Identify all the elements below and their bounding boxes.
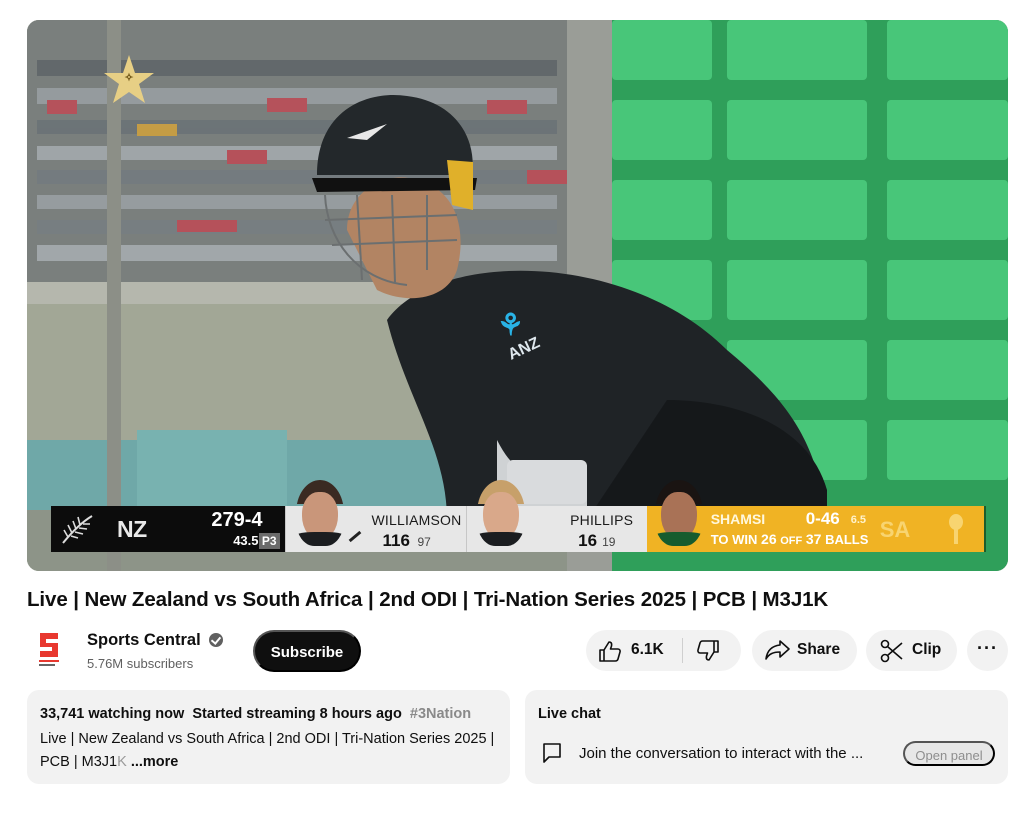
- description-card[interactable]: 33,741 watching now Started streaming 8 …: [27, 690, 510, 784]
- powerplay-badge: P3: [258, 533, 280, 549]
- chat-prompt: Join the conversation to interact with t…: [579, 745, 864, 762]
- thumbs-down-icon[interactable]: [696, 640, 720, 662]
- batsman-panel-2: PHILLIPS 16 19: [466, 480, 647, 552]
- clip-button[interactable]: Clip: [866, 630, 957, 671]
- share-arrow-icon: [765, 640, 790, 660]
- stream-start: Started streaming 8 hours ago: [192, 706, 402, 722]
- bowling-team-code: SA: [879, 517, 911, 542]
- batsman-1-balls: 97: [417, 535, 431, 549]
- check-circle-icon: [209, 633, 223, 647]
- thumbs-up-icon[interactable]: [598, 640, 622, 662]
- batsman-1-runs: 116: [382, 531, 410, 550]
- open-panel-button[interactable]: Open panel: [903, 741, 995, 766]
- scoreboard-end-cap: [984, 506, 986, 552]
- description-meta: 33,741 watching now Started streaming 8 …: [40, 706, 495, 722]
- overs: 43.5: [233, 533, 259, 548]
- batsman-2-runs: 16: [578, 531, 598, 550]
- on-strike-bat-icon: [348, 530, 361, 543]
- target-equation: TO WIN 26 OFF 37 BALLS: [710, 531, 869, 547]
- batsman-1-avatar: [295, 480, 344, 546]
- protea-icon: [948, 514, 963, 544]
- live-chat-title: Live chat: [538, 706, 601, 722]
- svg-text:⚘: ⚘: [497, 309, 524, 342]
- channel-avatar[interactable]: [36, 631, 62, 667]
- description-text: Live | New Zealand vs South Africa | 2nd…: [40, 731, 495, 770]
- batsman-1-name: WILLIAMSON: [371, 512, 462, 528]
- clip-label: Clip: [912, 641, 942, 658]
- bowler-avatar: [654, 480, 703, 546]
- hashtag-link[interactable]: #3Nation: [410, 706, 471, 722]
- batsman-2-balls: 19: [602, 535, 616, 549]
- share-button[interactable]: Share: [752, 630, 857, 671]
- channel-name[interactable]: Sports Central: [87, 631, 201, 650]
- more-actions-button[interactable]: ···: [967, 630, 1008, 671]
- live-chat-card: Live chat Join the conversation to inter…: [525, 690, 1008, 784]
- bowler-figures: 0-46: [805, 509, 840, 528]
- like-divider: [682, 638, 683, 663]
- chat-bubble-icon: [543, 743, 561, 763]
- scoreboard: NZ 279-4 43.5 P3 WILLIAMSON 116 97 PHILL…: [51, 480, 986, 552]
- batting-team-code: NZ: [117, 516, 147, 542]
- video-player[interactable]: ⚘ ANZ ✧ NZ 279-4 43.5 P3 WILLIAMSON 116: [27, 20, 1008, 571]
- bowler-panel: SHAMSI 0-46 6.5 TO WIN 26 OFF 37 BALLS S…: [646, 480, 984, 552]
- like-dislike-group: 6.1K: [586, 630, 741, 671]
- meta-fade: [470, 700, 510, 726]
- more-link[interactable]: ...more: [131, 754, 179, 770]
- batsman-2-avatar: [477, 480, 526, 546]
- viewer-count: 33,741 watching now: [40, 706, 185, 722]
- bowler-overs: 6.5: [850, 514, 867, 526]
- bowler-name: SHAMSI: [710, 511, 766, 527]
- like-count[interactable]: 6.1K: [631, 641, 664, 659]
- more-dots-icon: ···: [977, 638, 998, 658]
- subscriber-count: 5.76M subscribers: [87, 656, 194, 671]
- pcb-star-logo: [104, 55, 154, 103]
- batting-team-panel: NZ 279-4 43.5 P3: [51, 506, 285, 552]
- subscribe-button[interactable]: Subscribe: [253, 630, 361, 672]
- silver-fern-icon: [62, 515, 93, 544]
- batsman-2-name: PHILLIPS: [570, 512, 634, 528]
- batsman-panel-1: WILLIAMSON 116 97: [284, 480, 467, 552]
- share-label: Share: [797, 641, 841, 658]
- team-score: 279-4: [211, 509, 263, 531]
- scissors-icon: [880, 639, 903, 663]
- video-title: Live | New Zealand vs South Africa | 2nd…: [27, 588, 829, 611]
